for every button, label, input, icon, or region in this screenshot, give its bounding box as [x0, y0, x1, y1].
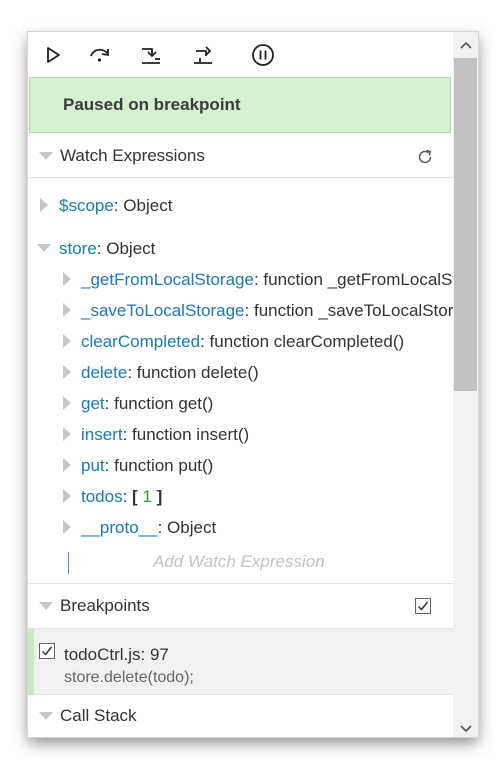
- property-row[interactable]: delete: function delete(): [81, 362, 259, 384]
- step-into-icon: [142, 48, 160, 64]
- scrollbar-thumb[interactable]: [454, 58, 477, 391]
- property-row-proto[interactable]: __proto__: Object: [81, 517, 216, 539]
- property-row[interactable]: put: function put(): [81, 455, 213, 477]
- resume-icon: [47, 47, 60, 63]
- expand-caret-icon[interactable]: [63, 365, 71, 379]
- expand-caret-icon[interactable]: [63, 427, 71, 441]
- collapse-caret-icon: [39, 151, 53, 160]
- expand-caret-icon[interactable]: [63, 334, 71, 348]
- expand-caret-icon[interactable]: [63, 396, 71, 410]
- property-row[interactable]: insert: function insert(): [81, 424, 249, 446]
- expand-caret-icon[interactable]: [63, 272, 71, 286]
- debug-toolbar: [28, 32, 453, 76]
- collapse-caret-icon: [39, 712, 53, 720]
- refresh-icon[interactable]: [416, 148, 434, 166]
- breakpoints-header[interactable]: Breakpoints: [28, 584, 453, 629]
- paused-banner: Paused on breakpoint: [29, 77, 451, 133]
- call-stack-header[interactable]: Call Stack: [28, 695, 453, 737]
- property-row[interactable]: _saveToLocalStorage: function _saveToLoc…: [81, 300, 453, 322]
- section-title: Call Stack: [60, 706, 137, 725]
- checkmark-icon: [417, 601, 429, 611]
- expand-caret-icon[interactable]: [63, 458, 71, 472]
- vertical-scrollbar[interactable]: [453, 32, 478, 737]
- breakpoint-checkbox[interactable]: [39, 643, 55, 659]
- property-row[interactable]: _getFromLocalStorage: function _getFromL…: [81, 269, 453, 291]
- expand-caret-icon[interactable]: [63, 303, 71, 317]
- text-cursor: [68, 552, 69, 574]
- expand-caret-icon[interactable]: [63, 520, 71, 534]
- step-out-icon: [194, 46, 212, 64]
- property-row[interactable]: get: function get(): [81, 393, 213, 415]
- pause-exceptions-icon: [252, 44, 274, 66]
- property-row-todos[interactable]: todos: [ 1 ]: [81, 486, 162, 508]
- resume-button[interactable]: [39, 41, 67, 69]
- step-into-button[interactable]: [137, 41, 165, 69]
- breakpoint-code: store.delete(todo);: [64, 669, 194, 686]
- section-title: Watch Expressions: [60, 145, 205, 165]
- step-over-button[interactable]: [86, 41, 114, 69]
- breakpoint-location: todoCtrl.js: 97: [64, 645, 169, 664]
- property-row[interactable]: clearCompleted: function clearCompleted(…: [81, 331, 404, 353]
- watch-item-store[interactable]: store: Object: [59, 238, 155, 260]
- step-out-button[interactable]: [189, 41, 217, 69]
- expand-caret-icon[interactable]: [40, 198, 48, 212]
- pause-exceptions-button[interactable]: [249, 41, 277, 69]
- debugger-content: Paused on breakpoint Watch Expressions $…: [28, 32, 453, 737]
- checkmark-icon: [41, 646, 53, 656]
- toggle-all-breakpoints-checkbox[interactable]: [415, 598, 431, 614]
- expand-caret-icon[interactable]: [63, 489, 71, 503]
- scroll-up-icon[interactable]: [459, 40, 472, 50]
- section-title: Breakpoints: [60, 596, 150, 615]
- collapse-caret-icon: [39, 602, 53, 610]
- collapse-caret-icon[interactable]: [37, 244, 51, 252]
- debugger-panel: Paused on breakpoint Watch Expressions $…: [28, 32, 478, 737]
- add-watch-expression-input[interactable]: Add Watch Expression: [153, 552, 325, 572]
- step-over-icon: [90, 48, 109, 62]
- breakpoint-item[interactable]: todoCtrl.js: 97 store.delete(todo);: [28, 629, 453, 695]
- active-indicator: [28, 629, 34, 695]
- watch-item-scope[interactable]: $scope: Object: [59, 195, 172, 217]
- scroll-down-icon[interactable]: [459, 724, 472, 734]
- watch-expressions-header[interactable]: Watch Expressions: [28, 134, 453, 178]
